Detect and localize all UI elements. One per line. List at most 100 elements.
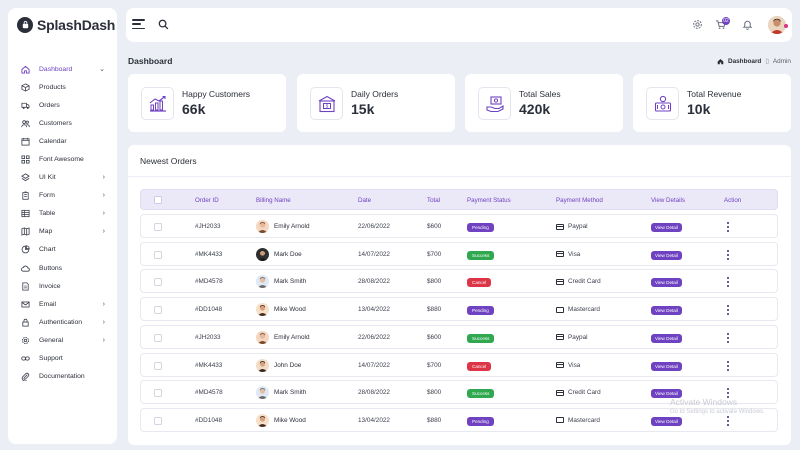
sidebar-item-products[interactable]: Products <box>8 78 117 96</box>
sidebar-item-font-awesome[interactable]: Font Awesome <box>8 150 117 168</box>
column-header[interactable]: Payment Status <box>467 197 511 204</box>
table-header: Order ID Billing Name Date Total Payment… <box>140 189 778 210</box>
payment-method-text: Mastercard <box>568 416 600 424</box>
row-checkbox[interactable] <box>154 306 162 315</box>
more-actions-icon[interactable] <box>727 360 729 371</box>
sidebar-item-label: General <box>39 336 64 344</box>
home-icon[interactable] <box>717 58 724 65</box>
breadcrumb-home[interactable]: Dashboard <box>728 58 761 65</box>
sidebar-item-calendar[interactable]: Calendar <box>8 132 117 150</box>
settings-icon[interactable] <box>692 19 703 30</box>
more-actions-icon[interactable] <box>727 222 729 232</box>
sidebar-item-email[interactable]: Email › <box>8 295 117 313</box>
more-actions-icon[interactable] <box>727 305 729 316</box>
paperclip-icon <box>21 372 30 382</box>
sidebar-item-general[interactable]: General › <box>8 331 117 349</box>
more-actions-icon[interactable] <box>727 415 729 426</box>
view-detail-button[interactable]: View Detail <box>651 361 682 371</box>
column-header[interactable]: Billing Name <box>256 197 291 204</box>
column-header[interactable]: Payment Method <box>556 197 603 204</box>
row-checkbox[interactable] <box>154 223 162 231</box>
billing-name: Mark Smith <box>256 386 306 400</box>
chevron-right-icon: › <box>102 336 105 344</box>
row-checkbox[interactable] <box>154 250 162 259</box>
sidebar-item-form[interactable]: Form › <box>8 187 117 205</box>
sidebar-item-customers[interactable]: Customers <box>8 114 117 132</box>
sidebar-item-ui-kit[interactable]: UI Kit › <box>8 169 117 187</box>
more-actions-icon[interactable] <box>727 277 729 288</box>
payment-method: Credit Card <box>556 278 601 285</box>
sidebar-item-authentication[interactable]: Authentication › <box>8 313 117 331</box>
search-icon[interactable] <box>158 19 169 30</box>
order-total: $600 <box>427 333 442 341</box>
column-header[interactable]: View Details <box>651 197 685 204</box>
sidebar-item-buttons[interactable]: Buttons <box>8 259 117 277</box>
row-checkbox[interactable] <box>154 389 162 398</box>
column-header[interactable]: Total <box>427 197 440 204</box>
stat-label: Total Sales <box>519 89 561 99</box>
column-header[interactable]: Order ID <box>195 197 219 204</box>
billing-name: Emily Arnold <box>256 330 310 344</box>
sidebar-item-orders[interactable]: Orders <box>8 96 117 114</box>
menu-toggle-icon[interactable] <box>132 19 145 29</box>
sidebar: SplashDash Dashboard ⌄ Products Orders Custo… <box>8 8 117 444</box>
column-header[interactable]: Action <box>724 197 741 204</box>
grid-icon <box>21 155 30 164</box>
sidebar-item-dashboard[interactable]: Dashboard ⌄ <box>8 60 117 78</box>
online-status-dot <box>784 24 788 28</box>
order-total: $880 <box>427 416 442 424</box>
sidebar-item-label: Chart <box>39 246 56 254</box>
stat-card-total-sales: Total Sales 420k <box>465 74 623 132</box>
sidebar-item-label: Calendar <box>39 137 67 145</box>
view-detail-button[interactable]: View Detail <box>651 250 682 260</box>
order-date: 14/07/2022 <box>358 361 390 369</box>
view-detail-button[interactable]: View Detail <box>651 278 682 288</box>
box-icon <box>21 83 30 92</box>
sidebar-item-label: Form <box>39 192 55 200</box>
layers-icon <box>21 173 30 182</box>
row-checkbox[interactable] <box>154 278 162 287</box>
billing-name-text: Mike Wood <box>274 306 306 314</box>
topbar: 02 <box>126 8 792 42</box>
row-checkbox[interactable] <box>154 333 162 342</box>
chevron-right-icon: › <box>102 228 105 236</box>
status-badge: Success <box>467 389 495 399</box>
stat-label: Daily Orders <box>351 89 399 99</box>
more-actions-icon[interactable] <box>727 249 729 260</box>
view-detail-button[interactable]: View Detail <box>651 416 682 426</box>
sidebar-item-table[interactable]: Table › <box>8 205 117 223</box>
chart-up-icon <box>141 87 174 120</box>
sidebar-item-support[interactable]: Support <box>8 350 117 368</box>
sidebar-item-chart[interactable]: Chart <box>8 241 117 259</box>
more-actions-icon[interactable] <box>727 332 729 343</box>
row-checkbox[interactable] <box>154 361 162 370</box>
select-all-checkbox[interactable] <box>154 196 162 204</box>
stat-value: 15k <box>351 101 375 117</box>
view-detail-button[interactable]: View Detail <box>651 223 682 232</box>
status-badge: Pending <box>467 306 494 316</box>
billing-name: Mike Wood <box>256 303 306 317</box>
billing-name-text: Mark Doe <box>274 250 302 258</box>
table-row: #MK4433 John Doe 14/07/2022 $700 Cancel Visa V… <box>140 352 778 377</box>
svg-text:$: $ <box>325 103 328 108</box>
users-icon <box>21 119 30 128</box>
shop-icon: $ <box>310 87 343 120</box>
card-icon <box>556 362 564 368</box>
sidebar-item-label: Table <box>39 210 56 218</box>
sidebar-item-map[interactable]: Map › <box>8 223 117 241</box>
cog-icon <box>21 336 30 345</box>
sidebar-item-label: Authentication <box>39 318 83 326</box>
avatar <box>256 220 269 233</box>
column-header[interactable]: Date <box>358 197 371 204</box>
billing-name-text: Emily Arnold <box>274 333 310 341</box>
sidebar-item-label: Support <box>39 355 63 363</box>
sidebar-item-documentation[interactable]: Documentation <box>8 368 117 386</box>
view-detail-button[interactable]: View Detail <box>651 333 682 343</box>
brand[interactable]: SplashDash <box>17 17 115 33</box>
bell-icon[interactable] <box>742 19 753 30</box>
view-detail-button[interactable]: View Detail <box>651 306 682 316</box>
sidebar-item-invoice[interactable]: Invoice <box>8 277 117 295</box>
sidebar-item-label: Orders <box>39 101 60 109</box>
row-checkbox[interactable] <box>154 416 162 425</box>
watermark-subtitle: Go to Settings to activate Windows. <box>670 409 765 415</box>
